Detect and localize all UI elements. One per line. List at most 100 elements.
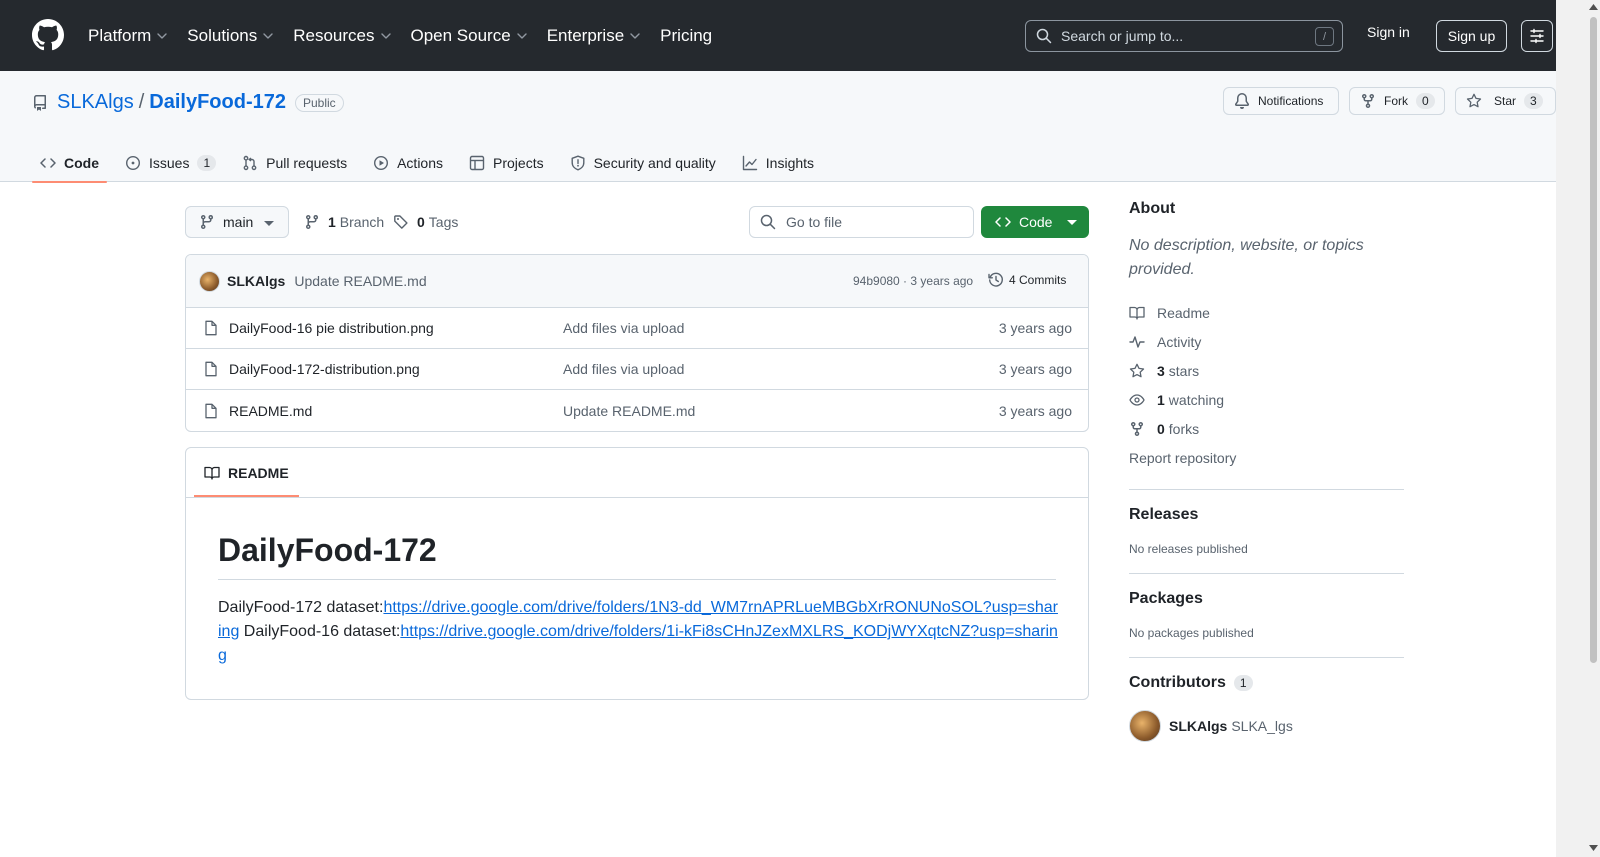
nav-pricing[interactable]: Pricing bbox=[660, 26, 712, 46]
file-commit-message-link[interactable]: Update README.md bbox=[563, 403, 695, 419]
caret-down-icon bbox=[264, 221, 274, 227]
pulse-icon bbox=[1129, 334, 1149, 350]
nav-enterprise[interactable]: Enterprise bbox=[547, 26, 640, 46]
tab-insights[interactable]: Insights bbox=[734, 143, 822, 182]
nav-open-source[interactable]: Open Source bbox=[411, 26, 527, 46]
scrollbar-thumb[interactable] bbox=[1590, 17, 1597, 663]
file-icon bbox=[203, 361, 219, 377]
scroll-up-arrow-icon[interactable] bbox=[1589, 4, 1598, 10]
star-count: 3 bbox=[1524, 93, 1543, 109]
sidebar-link-label: Readme bbox=[1157, 304, 1210, 321]
tab-label: Actions bbox=[397, 154, 444, 171]
sign-up-button[interactable]: Sign up bbox=[1436, 20, 1507, 52]
branches-link[interactable]: 1 Branch bbox=[304, 214, 384, 230]
sign-in-link[interactable]: Sign in bbox=[1367, 24, 1410, 40]
about-heading: About bbox=[1129, 200, 1176, 217]
releases-heading[interactable]: Releases bbox=[1129, 506, 1404, 524]
commit-message-link[interactable]: Update README.md bbox=[294, 273, 426, 289]
file-name-link[interactable]: DailyFood-172-distribution.png bbox=[229, 361, 420, 377]
branch-icon bbox=[199, 214, 215, 230]
notifications-button[interactable]: Notifications bbox=[1223, 87, 1339, 115]
search-placeholder: Search or jump to... bbox=[1061, 28, 1184, 44]
nav-solutions[interactable]: Solutions bbox=[187, 26, 273, 46]
nav-platform[interactable]: Platform bbox=[88, 26, 167, 46]
nav-label: Platform bbox=[88, 25, 152, 45]
commit-hash-time[interactable]: 94b9080 · 3 years ago bbox=[853, 274, 973, 288]
commits-count: 4 Commits bbox=[1009, 273, 1067, 287]
commits-history-link[interactable]: 4 Commits bbox=[988, 272, 1066, 288]
github-logo-icon[interactable] bbox=[32, 19, 64, 51]
contributor-login[interactable]: SLKAlgs bbox=[1169, 718, 1227, 734]
releases-empty-text: No releases published bbox=[1129, 542, 1248, 556]
avatar[interactable] bbox=[199, 270, 220, 292]
branch-selector[interactable]: main bbox=[185, 206, 289, 238]
readme-tab[interactable]: README bbox=[194, 448, 299, 497]
eye-icon bbox=[1129, 392, 1149, 408]
avatar[interactable] bbox=[1129, 710, 1161, 742]
search-icon bbox=[1036, 28, 1052, 44]
tag-count: 0 bbox=[417, 214, 425, 230]
tab-actions[interactable]: Actions bbox=[365, 143, 451, 182]
bell-icon bbox=[1234, 93, 1250, 109]
file-name-link[interactable]: README.md bbox=[229, 403, 312, 419]
book-icon bbox=[204, 465, 220, 481]
hamburger-menu-icon[interactable] bbox=[1521, 20, 1553, 52]
issue-icon bbox=[125, 155, 141, 171]
report-repository-link[interactable]: Report repository bbox=[1129, 443, 1404, 472]
sidebar-link-value: 3 bbox=[1157, 362, 1165, 379]
file-icon bbox=[203, 403, 219, 419]
table-row: README.md Update README.md 3 years ago bbox=[186, 390, 1088, 431]
fork-button[interactable]: Fork 0 bbox=[1349, 87, 1445, 115]
tab-label: Projects bbox=[493, 154, 544, 171]
nav-label: Resources bbox=[293, 25, 375, 45]
sidebar-link-watching[interactable]: 1 watching bbox=[1129, 385, 1404, 414]
search-input[interactable]: Search or jump to... / bbox=[1025, 20, 1343, 52]
branch-count: 1 bbox=[328, 214, 336, 230]
report-label: Report repository bbox=[1129, 449, 1237, 466]
repo-name-link[interactable]: DailyFood-172 bbox=[149, 91, 286, 114]
file-commit-time: 3 years ago bbox=[998, 402, 1072, 419]
divider bbox=[1129, 573, 1404, 574]
repo-sidebar: About No description, website, or topics… bbox=[1129, 200, 1404, 742]
readme-text-1: DailyFood-172 dataset: bbox=[218, 599, 384, 616]
search-shortcut-key: / bbox=[1315, 27, 1334, 46]
star-button[interactable]: Star 3 bbox=[1455, 87, 1556, 115]
readme-panel: README DailyFood-172 DailyFood-172 datas… bbox=[185, 447, 1089, 700]
file-commit-time: 3 years ago bbox=[998, 320, 1072, 336]
sidebar-link-forks[interactable]: 0 forks bbox=[1129, 414, 1404, 443]
file-icon bbox=[203, 320, 219, 336]
commit-author-link[interactable]: SLKAlgs bbox=[227, 273, 285, 289]
tab-code[interactable]: Code bbox=[32, 143, 107, 183]
file-name-link[interactable]: DailyFood-16 pie distribution.png bbox=[229, 320, 434, 336]
scroll-down-arrow-icon[interactable] bbox=[1589, 845, 1598, 851]
fork-icon bbox=[1360, 93, 1376, 109]
repo-icon bbox=[32, 94, 48, 111]
packages-heading[interactable]: Packages bbox=[1129, 590, 1404, 608]
sidebar-link-activity[interactable]: Activity bbox=[1129, 327, 1404, 356]
sidebar-link-stars[interactable]: 3 stars bbox=[1129, 356, 1404, 385]
file-commit-message-link[interactable]: Add files via upload bbox=[563, 361, 684, 377]
sidebar-link-readme[interactable]: Readme bbox=[1129, 298, 1404, 327]
shield-icon bbox=[570, 155, 586, 171]
tab-projects[interactable]: Projects bbox=[461, 143, 552, 182]
go-to-file-input[interactable]: Go to file bbox=[749, 206, 974, 238]
tab-security-and-quality[interactable]: Security and quality bbox=[562, 143, 724, 182]
packages-empty-text: No packages published bbox=[1129, 626, 1254, 640]
pull-request-icon bbox=[242, 155, 258, 171]
code-button[interactable]: Code bbox=[981, 206, 1089, 238]
contributor-item[interactable]: SLKAlgs SLKA_lgs bbox=[1129, 710, 1404, 742]
repo-owner-link[interactable]: SLKAlgs bbox=[57, 91, 134, 114]
contributors-heading[interactable]: Contributors 1 bbox=[1129, 674, 1404, 692]
tags-link[interactable]: 0 Tags bbox=[393, 214, 458, 230]
fork-icon bbox=[1129, 421, 1149, 437]
tab-issues[interactable]: Issues 1 bbox=[117, 143, 224, 182]
sidebar-link-label: watching bbox=[1168, 391, 1225, 408]
nav-resources[interactable]: Resources bbox=[293, 25, 391, 46]
file-commit-time: 3 years ago bbox=[998, 361, 1072, 377]
caret-down-icon bbox=[1067, 220, 1077, 226]
file-commit-message-link[interactable]: Add files via upload bbox=[563, 320, 684, 336]
star-icon bbox=[1129, 363, 1149, 379]
go-to-file-placeholder: Go to file bbox=[786, 214, 843, 230]
table-row: DailyFood-16 pie distribution.png Add fil… bbox=[186, 308, 1088, 349]
tab-pull-requests[interactable]: Pull requests bbox=[234, 143, 355, 182]
